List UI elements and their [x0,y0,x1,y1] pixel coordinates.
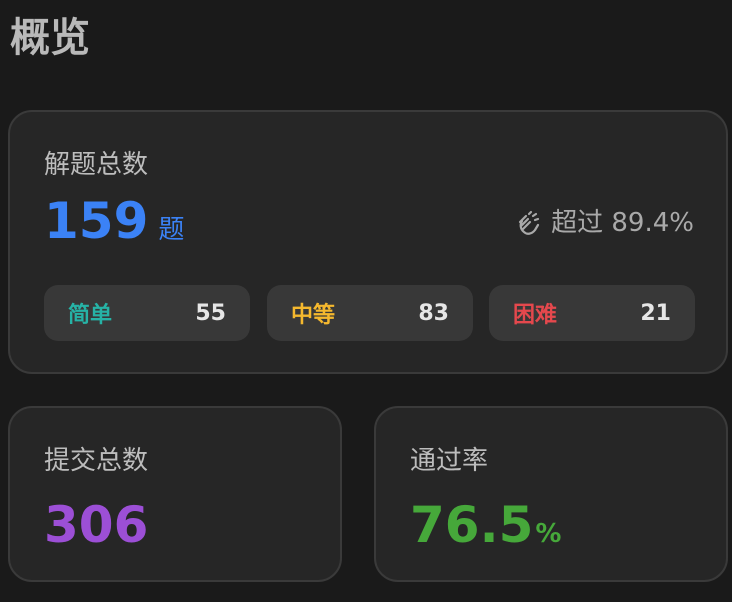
acceptance-metric: 76.5 % [410,500,561,550]
acceptance-value: 76.5 [410,496,534,554]
solved-count-row: 159 题 [44,196,184,246]
submissions-card: 提交总数 306 [8,406,342,582]
difficulty-hard-count: 21 [640,300,671,326]
difficulty-easy-label: 简单 [68,303,113,328]
acceptance-unit: % [535,519,562,549]
solved-count: 159 [44,192,149,250]
submissions-metric: 306 [44,500,148,550]
difficulty-hard-label: 困难 [513,303,558,328]
difficulty-breakdown: 简单 55 中等 83 困难 21 [44,285,696,341]
page-title: 概览 [10,15,90,61]
solved-label: 解题总数 [44,150,149,180]
submissions-label: 提交总数 [44,446,149,476]
beat-text: 超过 89.4% [551,208,694,238]
submissions-count: 306 [44,496,149,554]
acceptance-card: 通过率 76.5 % [374,406,728,582]
solved-card: 解题总数 159 题 超过 89.4% 简单 55 中等 83 困难 21 [8,110,728,374]
acceptance-label: 通过率 [410,446,489,476]
solved-unit: 题 [158,215,185,245]
difficulty-medium-count: 83 [418,300,449,326]
overview-page: 概览 解题总数 159 题 超过 89.4% 简单 55 中等 83 困难 21… [0,0,732,602]
beat-percentage: 超过 89.4% [513,208,694,238]
difficulty-medium-chip[interactable]: 中等 83 [267,285,473,341]
clapping-hands-icon [519,210,540,235]
difficulty-easy-count: 55 [195,300,226,326]
difficulty-medium-label: 中等 [291,303,336,328]
difficulty-hard-chip[interactable]: 困难 21 [489,285,695,341]
difficulty-easy-chip[interactable]: 简单 55 [44,285,250,341]
